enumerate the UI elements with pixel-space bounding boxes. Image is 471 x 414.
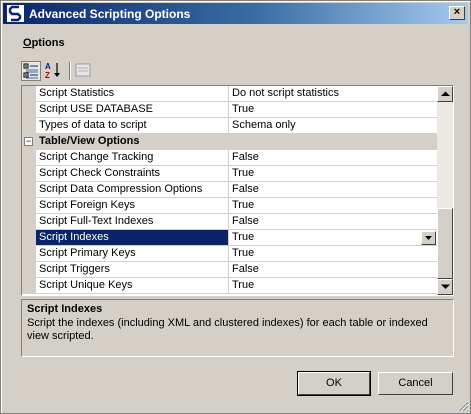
close-icon: × — [453, 6, 461, 18]
scroll-down-arrow-icon — [441, 284, 450, 289]
row-gutter — [22, 198, 36, 214]
property-row[interactable]: Script Triggers False — [22, 262, 437, 278]
value-dropdown-button[interactable] — [421, 231, 436, 245]
property-row[interactable]: Script Statistics Do not script statistic… — [22, 86, 437, 102]
property-row[interactable]: Script Check Constraints True — [22, 166, 437, 182]
property-row[interactable]: Script Change Tracking False — [22, 150, 437, 166]
property-grid-rows: Script Statistics Do not script statistic… — [22, 86, 437, 294]
property-grid: Script Statistics Do not script statistic… — [21, 85, 454, 296]
scroll-thumb[interactable] — [437, 208, 453, 279]
resize-grip-icon[interactable] — [457, 400, 469, 412]
cancel-button[interactable]: Cancel — [378, 372, 453, 395]
svg-text:A: A — [45, 62, 51, 71]
property-row[interactable]: Script Foreign Keys True — [22, 198, 437, 214]
advanced-scripting-options-dialog: Advanced Scripting Options × Options A Z — [0, 0, 471, 414]
property-value[interactable]: True — [229, 230, 437, 246]
property-value[interactable]: False — [229, 182, 437, 198]
row-gutter: − — [22, 134, 36, 150]
property-pages-button[interactable] — [74, 61, 94, 81]
property-value[interactable]: False — [229, 150, 437, 166]
row-gutter — [22, 182, 36, 198]
property-value[interactable]: True — [229, 166, 437, 182]
property-value[interactable]: True — [229, 198, 437, 214]
row-gutter — [22, 118, 36, 134]
options-label-rest: ptions — [31, 37, 65, 49]
alphabetical-button[interactable]: A Z — [44, 61, 64, 81]
property-value[interactable]: True — [229, 246, 437, 262]
property-name[interactable]: Script Statistics — [36, 86, 229, 102]
options-accelerator: O — [23, 37, 32, 49]
sort-alphabetical-icon: A Z — [45, 62, 60, 80]
property-name[interactable]: Script Change Tracking — [36, 150, 229, 166]
property-value[interactable]: Schema only — [229, 118, 437, 134]
row-gutter — [22, 262, 36, 278]
ssms-app-icon — [7, 5, 24, 22]
row-gutter — [22, 246, 36, 262]
options-heading: Options — [23, 37, 65, 49]
property-name[interactable]: Script USE DATABASE — [36, 102, 229, 118]
property-name[interactable]: Script Foreign Keys — [36, 198, 229, 214]
row-gutter — [22, 86, 36, 102]
property-name[interactable]: Script Check Constraints — [36, 166, 229, 182]
property-grid-toolbar: A Z — [21, 59, 101, 83]
property-name[interactable]: Script Triggers — [36, 262, 229, 278]
property-name[interactable]: Script Full-Text Indexes — [36, 214, 229, 230]
property-name[interactable]: Script Indexes — [36, 230, 229, 246]
row-gutter — [22, 230, 36, 246]
row-gutter — [22, 214, 36, 230]
ok-button[interactable]: OK — [297, 371, 371, 396]
property-value[interactable]: True — [229, 102, 437, 118]
property-name[interactable]: Script Data Compression Options — [36, 182, 229, 198]
window-title: Advanced Scripting Options — [29, 7, 191, 21]
close-button[interactable]: × — [449, 6, 465, 20]
scroll-up-button[interactable] — [437, 86, 453, 102]
row-gutter — [22, 150, 36, 166]
toolbar-separator — [69, 62, 71, 80]
category-label: Table/View Options — [39, 135, 140, 147]
property-row[interactable]: Script Unique Keys True — [22, 278, 437, 294]
property-value[interactable]: Do not script statistics — [229, 86, 437, 102]
svg-text:Z: Z — [45, 71, 50, 79]
row-gutter — [22, 278, 36, 294]
description-text: Script the indexes (including XML and cl… — [27, 317, 428, 342]
vertical-scrollbar[interactable] — [437, 86, 453, 295]
property-value[interactable]: False — [229, 262, 437, 278]
description-title: Script Indexes — [27, 303, 103, 315]
title-bar[interactable]: Advanced Scripting Options × — [3, 3, 468, 24]
property-row[interactable]: Script Full-Text Indexes False — [22, 214, 437, 230]
property-row[interactable]: Types of data to script Schema only — [22, 118, 437, 134]
description-pane: Script Indexes Script the indexes (inclu… — [21, 299, 454, 357]
property-name[interactable]: Script Unique Keys — [36, 278, 229, 294]
property-row[interactable]: Script USE DATABASE True — [22, 102, 437, 118]
category-row[interactable]: − Table/View Options — [22, 134, 437, 150]
chevron-down-icon — [425, 236, 432, 240]
property-row[interactable]: Script Indexes True — [22, 230, 437, 246]
categorized-button[interactable] — [21, 61, 41, 81]
property-name[interactable]: Script Primary Keys — [36, 246, 229, 262]
property-pages-icon — [75, 63, 91, 77]
row-gutter — [22, 102, 36, 118]
property-row[interactable]: Script Data Compression Options False — [22, 182, 437, 198]
property-row[interactable]: Script Primary Keys True — [22, 246, 437, 262]
property-value[interactable]: True — [229, 278, 437, 294]
categorized-icon — [23, 63, 38, 79]
property-name[interactable]: Types of data to script — [36, 118, 229, 134]
scroll-down-button[interactable] — [437, 279, 453, 295]
scroll-up-arrow-icon — [441, 91, 450, 96]
property-value[interactable]: False — [229, 214, 437, 230]
row-gutter — [22, 166, 36, 182]
collapse-icon[interactable]: − — [24, 137, 33, 146]
